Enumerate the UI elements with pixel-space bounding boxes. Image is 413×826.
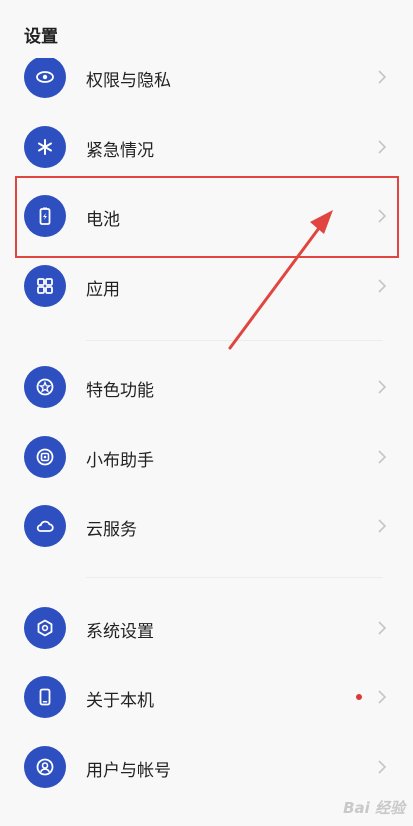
settings-row-label: 紧急情况 xyxy=(86,141,154,161)
divider xyxy=(86,577,383,578)
assistant-icon xyxy=(24,436,66,478)
settings-row-assistant[interactable]: 小布助手 xyxy=(0,427,413,487)
divider xyxy=(86,340,383,341)
settings-row-label: 系统设置 xyxy=(86,622,154,642)
settings-row-label: 应用 xyxy=(86,280,120,300)
user-icon xyxy=(24,746,66,788)
chevron-right-icon xyxy=(378,690,387,704)
chevron-right-icon xyxy=(378,70,387,84)
chevron-right-icon xyxy=(378,279,387,293)
settings-row-features[interactable]: 特色功能 xyxy=(0,357,413,417)
hexagon-gear-icon xyxy=(24,607,66,649)
settings-row-battery[interactable]: 电池 xyxy=(0,186,413,246)
cloud-icon xyxy=(24,505,66,547)
chevron-right-icon xyxy=(378,380,387,394)
settings-row-system[interactable]: 系统设置 xyxy=(0,598,413,658)
settings-row-emergency[interactable]: 紧急情况 xyxy=(0,117,413,177)
eye-lock-icon xyxy=(24,56,66,98)
chevron-right-icon xyxy=(378,450,387,464)
battery-icon xyxy=(24,195,66,237)
chevron-right-icon xyxy=(378,621,387,635)
asterisk-icon xyxy=(24,126,66,168)
page-title: 设置 xyxy=(24,27,58,47)
settings-row-about[interactable]: 关于本机 xyxy=(0,667,413,727)
settings-row-label: 关于本机 xyxy=(86,691,154,711)
chevron-right-icon xyxy=(378,519,387,533)
settings-row-account[interactable]: 用户与帐号 xyxy=(0,737,413,797)
phone-icon xyxy=(24,676,66,718)
settings-row-label: 特色功能 xyxy=(86,381,154,401)
settings-row-apps[interactable]: 应用 xyxy=(0,256,413,316)
chevron-right-icon xyxy=(378,760,387,774)
settings-row-cloud[interactable]: 云服务 xyxy=(0,496,413,556)
header: 设置 xyxy=(0,0,413,58)
star-badge-icon xyxy=(24,366,66,408)
chevron-right-icon xyxy=(378,209,387,223)
settings-row-label: 权限与隐私 xyxy=(86,71,171,91)
watermark-logo: Bai 经验 xyxy=(343,799,405,817)
settings-row-label: 小布助手 xyxy=(86,451,154,471)
settings-row-label: 电池 xyxy=(86,210,120,230)
settings-row-label: 云服务 xyxy=(86,520,137,540)
grid-apps-icon xyxy=(24,265,66,307)
notification-dot xyxy=(356,694,362,700)
chevron-right-icon xyxy=(378,140,387,154)
settings-row-label: 用户与帐号 xyxy=(86,761,171,781)
